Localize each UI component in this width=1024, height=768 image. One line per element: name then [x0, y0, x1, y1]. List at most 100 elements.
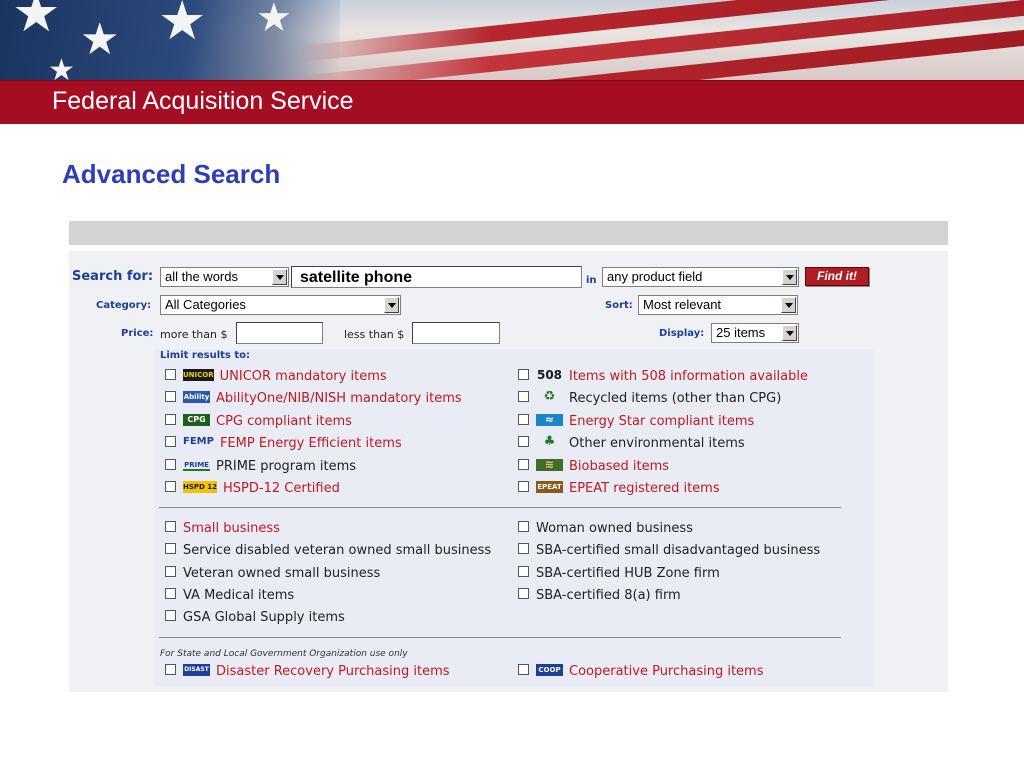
chevron-down-icon[interactable] — [782, 325, 797, 341]
epeat-icon: EPEAT — [536, 480, 563, 493]
limit-option-hubzone[interactable]: SBA-certified HUB Zone firm — [518, 565, 720, 583]
checkbox[interactable] — [165, 369, 176, 380]
sort-value: Most relevant — [643, 297, 722, 312]
star-icon: ★ — [12, 0, 61, 44]
search-for-label: Search for: — [72, 269, 154, 284]
option-label: AbilityOne/NIB/NISH mandatory items — [216, 391, 462, 406]
checkbox[interactable] — [518, 566, 529, 577]
sort-select[interactable]: Most relevant — [638, 295, 798, 315]
checkbox[interactable] — [518, 481, 529, 492]
option-label: PRIME program items — [216, 459, 357, 474]
option-label: SBA-certified HUB Zone firm — [536, 566, 720, 581]
limit-option-sdvosb[interactable]: Service disabled veteran owned small bus… — [165, 542, 491, 560]
price-max-input[interactable] — [412, 322, 500, 344]
star-icon: ★ — [158, 0, 207, 52]
option-label: UNICOR mandatory items — [219, 369, 387, 384]
limit-option-recycled[interactable]: ♻ Recycled items (other than CPG) — [518, 390, 781, 408]
checkbox[interactable] — [518, 521, 529, 532]
title-bar: Federal Acquisition Service — [0, 80, 1024, 124]
search-query-text: satellite phone — [300, 269, 413, 286]
limit-option-va-medical[interactable]: VA Medical items — [165, 587, 294, 605]
chevron-down-icon[interactable] — [272, 269, 287, 285]
chevron-down-icon[interactable] — [384, 297, 399, 313]
checkbox[interactable] — [165, 566, 176, 577]
option-label: FEMP Energy Efficient items — [219, 436, 402, 451]
page-title: Advanced Search — [62, 159, 281, 189]
checkbox[interactable] — [518, 459, 529, 470]
checkbox[interactable] — [518, 436, 529, 447]
divider — [159, 637, 841, 638]
checkbox[interactable] — [518, 543, 529, 554]
option-label: HSPD-12 Certified — [223, 481, 340, 496]
checkbox[interactable] — [165, 588, 176, 599]
limit-option-gsa-global[interactable]: GSA Global Supply items — [165, 609, 345, 627]
option-label: Cooperative Purchasing items — [569, 664, 764, 679]
less-than-label: less than $ — [344, 328, 405, 341]
option-label: Disaster Recovery Purchasing items — [216, 664, 450, 679]
recycle-icon: ♻ — [543, 388, 556, 404]
limit-option-8a[interactable]: SBA-certified 8(a) firm — [518, 587, 681, 605]
limit-option-prime[interactable]: PRIME PRIME program items — [165, 458, 356, 476]
biobased-icon: ≋ — [536, 458, 563, 471]
checkbox[interactable] — [518, 588, 529, 599]
option-label: Service disabled veteran owned small bus… — [183, 543, 492, 558]
option-label: GSA Global Supply items — [183, 610, 345, 625]
divider — [159, 507, 841, 508]
limit-option-disaster-recovery[interactable]: DISAST Disaster Recovery Purchasing items — [165, 663, 450, 681]
femp-icon: FEMP — [183, 435, 214, 447]
site-title: Federal Acquisition Service — [52, 87, 354, 115]
category-value: All Categories — [165, 297, 246, 312]
limit-option-abilityone[interactable]: Ability AbilityOne/NIB/NISH mandatory ite… — [165, 390, 462, 408]
checkbox[interactable] — [165, 459, 176, 470]
search-field-select[interactable]: any product field — [602, 267, 799, 287]
option-label: Veteran owned small business — [183, 566, 381, 581]
checkbox[interactable] — [165, 521, 176, 532]
checkbox[interactable] — [165, 664, 176, 675]
find-it-button[interactable]: Find it! — [805, 267, 869, 286]
display-label: Display: — [659, 328, 705, 339]
limit-option-femp[interactable]: FEMP FEMP Energy Efficient items — [165, 435, 402, 453]
limit-option-energy-star[interactable]: ≈ Energy Star compliant items — [518, 413, 754, 431]
limit-option-cooperative[interactable]: COOP Cooperative Purchasing items — [518, 663, 764, 681]
limit-option-vosb[interactable]: Veteran owned small business — [165, 565, 380, 583]
checkbox[interactable] — [165, 543, 176, 554]
checkbox[interactable] — [518, 414, 529, 425]
limit-option-woman-owned[interactable]: Woman owned business — [518, 520, 693, 538]
limit-option-unicor[interactable]: UNICOR UNICOR mandatory items — [165, 368, 387, 386]
checkbox[interactable] — [165, 391, 176, 402]
checkbox[interactable] — [518, 369, 529, 380]
checkbox[interactable] — [165, 610, 176, 621]
option-label: SBA-certified small disadvantaged busine… — [536, 543, 821, 558]
category-select[interactable]: All Categories — [160, 295, 401, 315]
environment-icon: ♣ — [543, 433, 556, 449]
header-banner: ★ ★ ★ ★ ★ — [0, 0, 1024, 80]
limit-option-sba-sdb[interactable]: SBA-certified small disadvantaged busine… — [518, 542, 820, 560]
chevron-down-icon[interactable] — [782, 269, 797, 285]
limit-option-environmental[interactable]: ♣ Other environmental items — [518, 435, 745, 453]
limit-option-508[interactable]: 508 Items with 508 information available — [518, 368, 808, 386]
price-min-input[interactable] — [236, 322, 323, 344]
display-select[interactable]: 25 items — [711, 323, 799, 343]
limit-option-epeat[interactable]: EPEAT EPEAT registered items — [518, 480, 720, 498]
checkbox[interactable] — [165, 414, 176, 425]
limit-option-biobased[interactable]: ≋ Biobased items — [518, 458, 669, 476]
option-label: CPG compliant items — [216, 414, 352, 429]
state-local-note: For State and Local Government Organizat… — [160, 649, 408, 659]
option-label: Items with 508 information available — [569, 369, 808, 384]
checkbox[interactable] — [165, 481, 176, 492]
chevron-down-icon[interactable] — [781, 297, 796, 313]
checkbox[interactable] — [518, 391, 529, 402]
prime-icon: PRIME — [183, 460, 210, 471]
sort-label: Sort: — [605, 300, 633, 311]
limit-option-hspd[interactable]: HSPD 12 HSPD-12 Certified — [165, 480, 340, 498]
search-input[interactable]: satellite phone — [291, 266, 582, 288]
limit-option-cpg[interactable]: CPG CPG compliant items — [165, 413, 352, 431]
option-label: SBA-certified 8(a) firm — [536, 588, 681, 603]
star-icon: ★ — [256, 0, 292, 41]
checkbox[interactable] — [165, 436, 176, 447]
limit-option-small-business[interactable]: Small business — [165, 520, 280, 538]
hspd-icon: HSPD 12 — [183, 480, 218, 493]
cpg-icon: CPG — [183, 413, 210, 426]
checkbox[interactable] — [518, 664, 529, 675]
search-mode-select[interactable]: all the words — [160, 267, 289, 287]
